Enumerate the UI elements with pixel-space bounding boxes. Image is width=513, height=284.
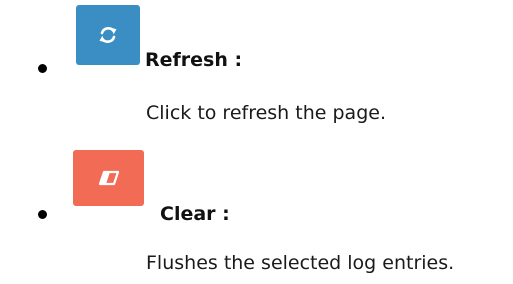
eraser-icon [97, 170, 121, 186]
clear-title: Clear : [160, 203, 230, 225]
bullet-clear [38, 210, 47, 219]
refresh-description: Click to refresh the page. [146, 102, 386, 124]
refresh-icon [97, 24, 119, 46]
refresh-button[interactable] [76, 5, 140, 65]
clear-button[interactable] [73, 150, 144, 206]
bullet-refresh [38, 64, 47, 73]
refresh-title: Refresh : [145, 49, 243, 71]
clear-description: Flushes the selected log entries. [146, 252, 455, 274]
